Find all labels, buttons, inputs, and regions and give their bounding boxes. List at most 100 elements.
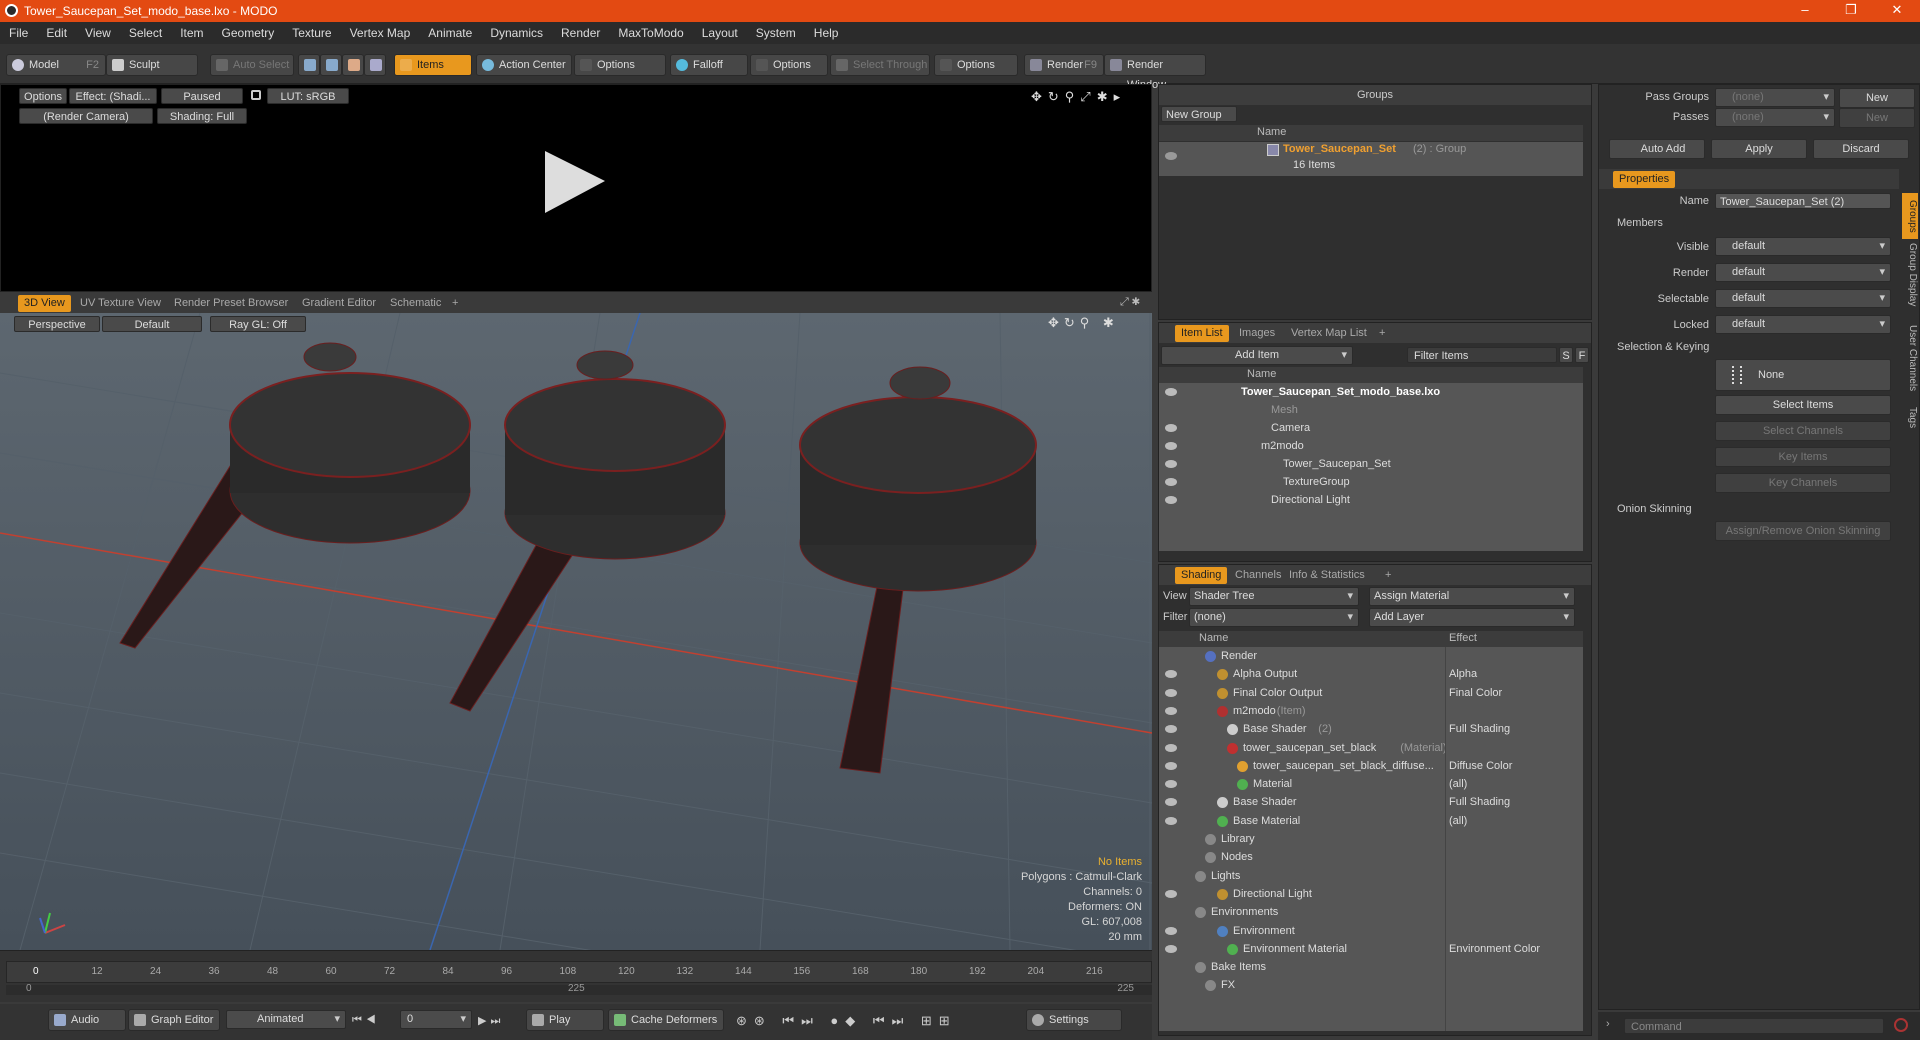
render-nav-icons[interactable]: ✥↻⚲⤢✱▸ xyxy=(1031,89,1126,105)
list-item[interactable]: Tower_Saucepan_Set_modo_base.lxo xyxy=(1159,383,1583,401)
render-dropdown[interactable]: default xyxy=(1715,263,1891,282)
shader-tree-row[interactable]: Bake Items xyxy=(1159,958,1583,976)
add-layer-dropdown[interactable]: Add Layer xyxy=(1369,608,1575,627)
menu-file[interactable]: File xyxy=(0,22,37,44)
list-item[interactable]: Mesh xyxy=(1159,401,1583,419)
shader-item-effect[interactable]: Full Shading xyxy=(1449,793,1510,811)
frame-field[interactable]: 0 xyxy=(400,1010,472,1029)
settings-button[interactable]: Settings xyxy=(1026,1009,1122,1031)
new-pass-button[interactable]: New xyxy=(1839,108,1915,128)
tab-info-statistics[interactable]: Info & Statistics xyxy=(1283,567,1371,584)
lut-dropdown[interactable]: LUT: sRGB xyxy=(267,88,349,104)
shader-item-effect[interactable]: (all) xyxy=(1449,812,1467,830)
auto-select-button[interactable]: Auto Select xyxy=(210,54,294,76)
tab-channels[interactable]: Channels xyxy=(1229,567,1287,584)
side-tab-groups[interactable]: Groups xyxy=(1902,193,1918,239)
graph-editor-button[interactable]: Graph Editor xyxy=(128,1009,220,1031)
tab-schematic[interactable]: Schematic xyxy=(384,295,447,312)
locked-dropdown[interactable]: default xyxy=(1715,315,1891,334)
panel-expand-icon[interactable]: ⤢ ✱ xyxy=(1120,296,1140,309)
timeline-ruler[interactable]: 0 12 24 36 48 60 72 84 96 108 120 132 144 156 168 180 19… xyxy=(6,961,1152,983)
members-section[interactable]: Members xyxy=(1617,217,1663,229)
list-item[interactable]: Camera xyxy=(1159,419,1583,437)
menu-vertex-map[interactable]: Vertex Map xyxy=(341,22,420,44)
tab-vertex-map-list[interactable]: Vertex Map List xyxy=(1285,325,1373,342)
list-item[interactable]: Tower_Saucepan_Set xyxy=(1159,455,1583,473)
menu-texture[interactable]: Texture xyxy=(283,22,340,44)
apply-button[interactable]: Apply xyxy=(1711,139,1807,159)
play-render-icon[interactable] xyxy=(541,147,611,217)
render-options-button[interactable]: Options xyxy=(19,88,67,104)
none-button[interactable]: None xyxy=(1715,359,1891,391)
shader-item-effect[interactable]: Full Shading xyxy=(1449,720,1510,738)
pass-groups-dropdown[interactable]: (none) xyxy=(1715,88,1835,107)
materials-mode-button[interactable] xyxy=(364,54,386,76)
shader-tree-row[interactable]: Nodes xyxy=(1159,848,1583,866)
visibility-eye-icon[interactable] xyxy=(1165,670,1177,679)
shader-tree-row[interactable]: tower_saucepan_set_black_diffuse... Diffu… xyxy=(1159,757,1583,775)
menu-geometry[interactable]: Geometry xyxy=(213,22,284,44)
3d-viewport[interactable]: Perspective Default Ray GL: Off ✥↻⚲ ✱ No… xyxy=(0,313,1152,950)
action-center-options-button[interactable]: Options xyxy=(574,54,666,76)
visibility-eye-icon[interactable] xyxy=(1165,816,1177,825)
falloff-options-button[interactable]: Options xyxy=(750,54,828,76)
shader-tree-row[interactable]: Base Shader Full Shading xyxy=(1159,793,1583,811)
visibility-eye-icon[interactable] xyxy=(1165,152,1177,160)
visibility-eye-icon[interactable] xyxy=(1165,944,1177,953)
tab-item-list[interactable]: Item List xyxy=(1175,325,1229,342)
shader-tree-row[interactable]: m2modo (Item) xyxy=(1159,702,1583,720)
sculpt-button[interactable]: Sculpt xyxy=(106,54,198,76)
items-mode-button[interactable]: Items xyxy=(394,54,472,76)
visibility-eye-icon[interactable] xyxy=(1165,743,1177,752)
shading-dropdown[interactable]: Shading: Full xyxy=(157,108,247,124)
onion-skinning-section[interactable]: Onion Skinning xyxy=(1617,503,1692,515)
shader-item-effect[interactable]: (all) xyxy=(1449,775,1467,793)
view-dropdown[interactable]: Shader Tree xyxy=(1189,587,1359,606)
assign-material-dropdown[interactable]: Assign Material xyxy=(1369,587,1575,606)
new-group-button[interactable]: New Group xyxy=(1161,106,1237,122)
selectable-dropdown[interactable]: default xyxy=(1715,289,1891,308)
visibility-eye-icon[interactable] xyxy=(1165,460,1177,468)
render-camera-dropdown[interactable]: (Render Camera) xyxy=(19,108,153,124)
discard-button[interactable]: Discard xyxy=(1813,139,1909,159)
visibility-eye-icon[interactable] xyxy=(1165,889,1177,898)
select-items-button[interactable]: Select Items xyxy=(1715,395,1891,415)
key-items-button[interactable]: Key Items xyxy=(1715,447,1891,467)
add-item-dropdown[interactable]: Add Item xyxy=(1161,346,1353,365)
perspective-dropdown[interactable]: Perspective xyxy=(14,316,100,332)
visibility-eye-icon[interactable] xyxy=(1165,780,1177,789)
visibility-eye-icon[interactable] xyxy=(1165,798,1177,807)
visibility-eye-icon[interactable] xyxy=(1165,496,1177,504)
group-row[interactable]: Tower_Saucepan_Set (2) : Group 16 Items xyxy=(1159,142,1583,176)
menu-animate[interactable]: Animate xyxy=(419,22,481,44)
raygl-dropdown[interactable]: Ray GL: Off xyxy=(210,316,306,332)
falloff-button[interactable]: Falloff xyxy=(670,54,748,76)
style-dropdown[interactable]: Default xyxy=(102,316,202,332)
tab-images[interactable]: Images xyxy=(1233,325,1281,342)
tab-uv-texture-view[interactable]: UV Texture View xyxy=(74,295,167,312)
timeline[interactable]: 0 12 24 36 48 60 72 84 96 108 120 132 144 156 168 180 19… xyxy=(0,950,1152,1002)
new-pass-group-button[interactable]: New xyxy=(1839,88,1915,108)
key-tools-icons[interactable]: ⊛⊛ ⏮⏭ ●◆ ⏮⏭ ⊞⊞ xyxy=(736,1013,957,1029)
polygons-mode-button[interactable] xyxy=(342,54,364,76)
filter-f-button[interactable]: F xyxy=(1575,347,1589,363)
render-button[interactable]: Render F9 xyxy=(1024,54,1104,76)
selection-keying-section[interactable]: Selection & Keying xyxy=(1617,341,1709,353)
list-item[interactable]: TextureGroup xyxy=(1159,473,1583,491)
edges-mode-button[interactable] xyxy=(320,54,342,76)
record-icon[interactable] xyxy=(1894,1018,1908,1032)
vertices-mode-button[interactable] xyxy=(298,54,320,76)
action-center-button[interactable]: Action Center xyxy=(476,54,572,76)
menu-system[interactable]: System xyxy=(747,22,805,44)
menu-help[interactable]: Help xyxy=(805,22,848,44)
visibility-eye-icon[interactable] xyxy=(1165,478,1177,486)
visibility-eye-icon[interactable] xyxy=(1165,725,1177,734)
restore-button[interactable]: ❐ xyxy=(1828,0,1874,22)
shader-tree-row[interactable]: tower_saucepan_set_black (Material) xyxy=(1159,739,1583,757)
transport-next-icons[interactable]: ▶⏭ xyxy=(478,1014,504,1028)
menu-dynamics[interactable]: Dynamics xyxy=(481,22,552,44)
shader-tree-row[interactable]: Library xyxy=(1159,830,1583,848)
minimize-button[interactable]: – xyxy=(1782,0,1828,22)
menu-maxtomodo[interactable]: MaxToModo xyxy=(609,22,692,44)
menu-layout[interactable]: Layout xyxy=(693,22,747,44)
